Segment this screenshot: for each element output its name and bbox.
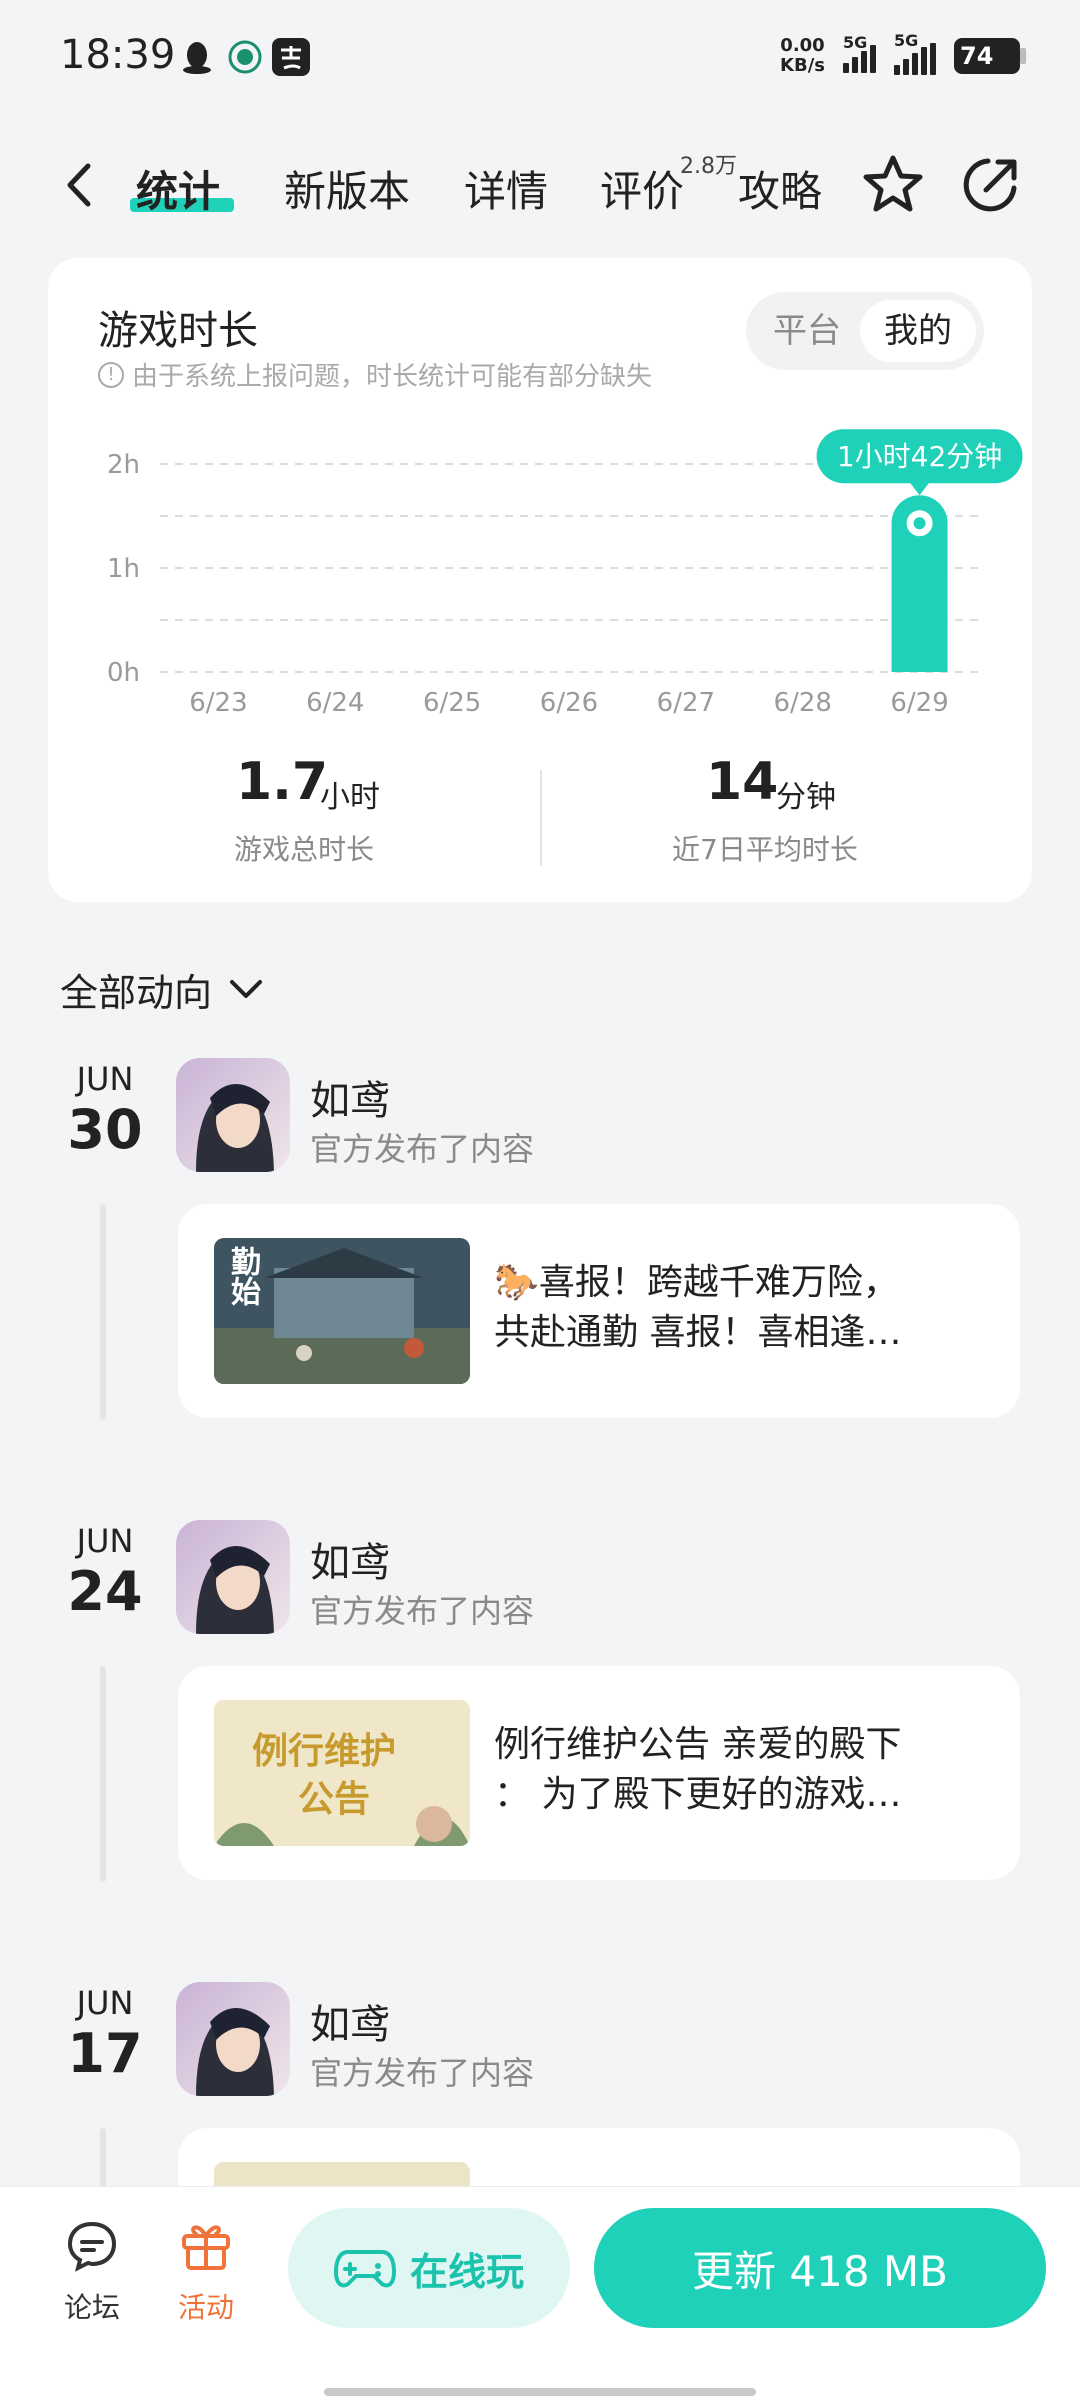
feed-author[interactable]: 如鸢 xyxy=(310,1530,390,1588)
feed-filter-dropdown[interactable]: 全部动向 xyxy=(60,962,264,1017)
data-note: ! 由于系统上报问题，时长统计可能有部分缺失 xyxy=(98,356,652,393)
total-time-unit: 小时 xyxy=(320,780,380,815)
update-button[interactable]: 更新 418 MB xyxy=(594,2208,1046,2328)
post-thumbnail: 例行维护 公告 xyxy=(214,1700,470,1846)
share-icon[interactable] xyxy=(956,150,1026,220)
stat-divider xyxy=(540,770,542,866)
y-tick-label: 0h xyxy=(107,658,140,688)
x-tick-label: 6/24 xyxy=(306,688,364,718)
feed-day: 30 xyxy=(67,1098,143,1161)
back-icon[interactable] xyxy=(60,160,100,210)
bar-marker-dot xyxy=(913,517,926,530)
feed-action: 官方发布了内容 xyxy=(310,2054,535,2092)
y-tick-label: 2h xyxy=(107,450,140,480)
home-indicator xyxy=(324,2388,756,2396)
signal-2-icon: 5G xyxy=(894,31,936,75)
feed-month: JUN xyxy=(76,1984,134,2022)
total-time-value: 1.7 xyxy=(236,752,329,812)
info-icon: ! xyxy=(98,361,124,388)
post-text: 🐎喜报！跨越千难万险， 共赴通勤 喜报！喜相逢… xyxy=(494,1262,902,1353)
feed-day: 17 xyxy=(67,2022,143,2085)
tab-guides[interactable]: 攻略 xyxy=(738,158,822,219)
review-count-badge: 2.8万 xyxy=(680,154,737,179)
tab-new-version[interactable]: 新版本 xyxy=(284,158,410,219)
tab-details[interactable]: 详情 xyxy=(464,158,548,219)
x-tick-label: 6/25 xyxy=(423,688,481,718)
status-indicators: 0.00 KB/s 5G 5G 74 xyxy=(780,31,1026,76)
avg-time-value: 14 xyxy=(706,752,779,812)
play-time-chart: 0h 1h 2h 6/23 6/24 6/25 6/26 6/27 6/28 6/29 1小时42分… xyxy=(107,429,1023,718)
game-avatar[interactable] xyxy=(176,1520,290,1634)
chevron-down-icon xyxy=(230,979,263,998)
favorite-star-icon[interactable] xyxy=(858,150,928,220)
tooltip-pointer xyxy=(909,482,930,496)
battery-indicator: 74 xyxy=(954,38,1026,74)
signal-1-icon: 5G xyxy=(843,33,876,73)
toggle-mine[interactable]: 我的 xyxy=(860,300,976,362)
net-speed: 0.00 KB/s xyxy=(780,35,825,76)
qq-notification-icon xyxy=(178,38,216,76)
avg-time-label: 近7日平均时长 xyxy=(672,833,858,866)
app-notification-icon xyxy=(226,38,264,76)
post-text: 例行维护公告 亲爱的殿下 ： 为了殿下更好的游戏… xyxy=(494,1724,902,1815)
x-tick-label: 6/29 xyxy=(890,688,948,718)
post-thumbnail: 勤始 xyxy=(214,1238,470,1384)
status-time: 18:39 xyxy=(60,32,176,78)
gamepad-icon xyxy=(333,2250,396,2288)
x-tick-label: 6/26 xyxy=(540,688,598,718)
timeline-line xyxy=(100,1204,106,1420)
feed-author[interactable]: 如鸢 xyxy=(310,1992,390,2050)
avg-time-unit: 分钟 xyxy=(776,780,836,815)
x-tick-label: 6/23 xyxy=(189,688,247,718)
play-time-title: 游戏时长 xyxy=(98,308,258,354)
feed-author[interactable]: 如鸢 xyxy=(310,1068,390,1126)
x-tick-label: 6/28 xyxy=(774,688,832,718)
tab-stats[interactable]: 统计 xyxy=(136,158,220,219)
feed-action: 官方发布了内容 xyxy=(310,1592,535,1630)
forum-chat-icon[interactable] xyxy=(62,2216,122,2276)
game-avatar[interactable] xyxy=(176,1982,290,2096)
play-online-button[interactable]: 在线玩 xyxy=(288,2208,570,2328)
feed-day: 24 xyxy=(67,1560,143,1623)
total-time-label: 游戏总时长 xyxy=(234,833,375,866)
feed-month: JUN xyxy=(76,1522,134,1560)
feed-action: 官方发布了内容 xyxy=(310,1130,535,1168)
toggle-platform[interactable]: 平台 xyxy=(754,300,860,362)
tooltip-label: 1小时42分钟 xyxy=(837,440,1002,473)
tab-reviews[interactable]: 评价 xyxy=(600,158,684,219)
feed-month: JUN xyxy=(76,1060,134,1098)
alipay-notification-icon xyxy=(272,38,310,76)
gift-icon[interactable] xyxy=(176,2214,236,2274)
forum-label[interactable]: 论坛 xyxy=(52,2286,132,2326)
events-label[interactable]: 活动 xyxy=(166,2286,246,2326)
timeline-line xyxy=(100,1666,106,1882)
x-tick-label: 6/27 xyxy=(657,688,715,718)
y-tick-label: 1h xyxy=(107,554,140,584)
data-source-toggle: 平台 我的 xyxy=(746,292,984,370)
game-avatar[interactable] xyxy=(176,1058,290,1172)
